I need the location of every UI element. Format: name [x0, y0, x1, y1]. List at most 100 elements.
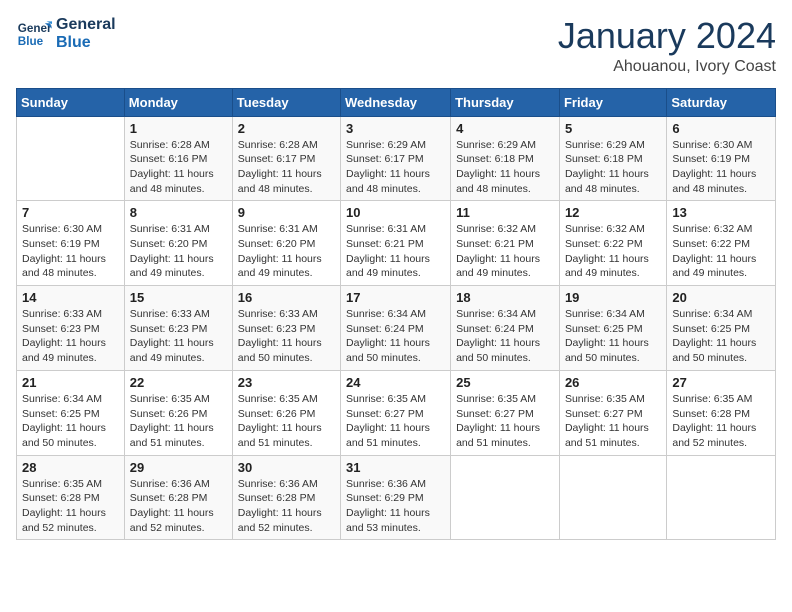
calendar-week-1: 1 Sunrise: 6:28 AM Sunset: 6:16 PM Daylig…	[17, 116, 776, 201]
calendar-cell: 24Sunrise: 6:35 AM Sunset: 6:27 PM Dayli…	[341, 370, 451, 455]
cell-info: Sunrise: 6:35 AM Sunset: 6:28 PM Dayligh…	[22, 477, 119, 536]
date-number: 20	[672, 290, 770, 305]
calendar-cell: 19 Sunrise: 6:34 AM Sunset: 6:25 PM Dayli…	[559, 286, 666, 371]
cell-info: Sunrise: 6:35 AM Sunset: 6:27 PM Dayligh…	[456, 392, 554, 451]
calendar-cell: 27 Sunrise: 6:35 AM Sunset: 6:28 PM Dayli…	[667, 370, 776, 455]
calendar-cell: 26 Sunrise: 6:35 AM Sunset: 6:27 PM Dayli…	[559, 370, 666, 455]
date-number: 26	[565, 375, 661, 390]
calendar-cell: 9 Sunrise: 6:31 AM Sunset: 6:20 PM Daylig…	[232, 201, 340, 286]
header-day-saturday: Saturday	[667, 88, 776, 116]
calendar-cell: 13 Sunrise: 6:32 AM Sunset: 6:22 PM Dayli…	[667, 201, 776, 286]
calendar-cell: 17Sunrise: 6:34 AM Sunset: 6:24 PM Dayli…	[341, 286, 451, 371]
calendar-cell: 5 Sunrise: 6:29 AM Sunset: 6:18 PM Daylig…	[559, 116, 666, 201]
cell-info: Sunrise: 6:28 AM Sunset: 6:16 PM Dayligh…	[130, 138, 227, 197]
date-number: 4	[456, 121, 554, 136]
calendar-cell: 20 Sunrise: 6:34 AM Sunset: 6:25 PM Dayli…	[667, 286, 776, 371]
cell-info: Sunrise: 6:32 AM Sunset: 6:21 PM Dayligh…	[456, 222, 554, 281]
header-day-monday: Monday	[124, 88, 232, 116]
calendar-header-row: SundayMondayTuesdayWednesdayThursdayFrid…	[17, 88, 776, 116]
cell-info: Sunrise: 6:30 AM Sunset: 6:19 PM Dayligh…	[672, 138, 770, 197]
month-title: January 2024	[558, 16, 776, 56]
header-day-tuesday: Tuesday	[232, 88, 340, 116]
date-number: 3	[346, 121, 445, 136]
date-number: 24	[346, 375, 445, 390]
calendar-table: SundayMondayTuesdayWednesdayThursdayFrid…	[16, 88, 776, 541]
cell-info: Sunrise: 6:35 AM Sunset: 6:28 PM Dayligh…	[672, 392, 770, 451]
calendar-cell	[667, 455, 776, 540]
header-day-friday: Friday	[559, 88, 666, 116]
calendar-cell: 25 Sunrise: 6:35 AM Sunset: 6:27 PM Dayli…	[451, 370, 560, 455]
date-number: 1	[130, 121, 227, 136]
logo-text-blue: Blue	[56, 34, 116, 52]
header-day-sunday: Sunday	[17, 88, 125, 116]
calendar-cell: 3 Sunrise: 6:29 AM Sunset: 6:17 PM Daylig…	[341, 116, 451, 201]
calendar-cell: 1 Sunrise: 6:28 AM Sunset: 6:16 PM Daylig…	[124, 116, 232, 201]
calendar-week-4: 21Sunrise: 6:34 AM Sunset: 6:25 PM Dayli…	[17, 370, 776, 455]
header-day-thursday: Thursday	[451, 88, 560, 116]
date-number: 12	[565, 205, 661, 220]
location-title: Ahouanou, Ivory Coast	[558, 58, 776, 76]
date-number: 23	[238, 375, 335, 390]
cell-info: Sunrise: 6:29 AM Sunset: 6:18 PM Dayligh…	[565, 138, 661, 197]
calendar-week-2: 7Sunrise: 6:30 AM Sunset: 6:19 PM Daylig…	[17, 201, 776, 286]
date-number: 11	[456, 205, 554, 220]
calendar-week-5: 28 Sunrise: 6:35 AM Sunset: 6:28 PM Dayli…	[17, 455, 776, 540]
cell-info: Sunrise: 6:36 AM Sunset: 6:28 PM Dayligh…	[130, 477, 227, 536]
cell-info: Sunrise: 6:34 AM Sunset: 6:24 PM Dayligh…	[346, 307, 445, 366]
calendar-week-3: 14 Sunrise: 6:33 AM Sunset: 6:23 PM Dayli…	[17, 286, 776, 371]
calendar-cell: 29Sunrise: 6:36 AM Sunset: 6:28 PM Dayli…	[124, 455, 232, 540]
cell-info: Sunrise: 6:33 AM Sunset: 6:23 PM Dayligh…	[130, 307, 227, 366]
cell-info: Sunrise: 6:31 AM Sunset: 6:20 PM Dayligh…	[238, 222, 335, 281]
calendar-cell: 10Sunrise: 6:31 AM Sunset: 6:21 PM Dayli…	[341, 201, 451, 286]
date-number: 28	[22, 460, 119, 475]
date-number: 22	[130, 375, 227, 390]
date-number: 15	[130, 290, 227, 305]
calendar-cell: 2 Sunrise: 6:28 AM Sunset: 6:17 PM Daylig…	[232, 116, 340, 201]
calendar-cell	[17, 116, 125, 201]
calendar-cell: 22Sunrise: 6:35 AM Sunset: 6:26 PM Dayli…	[124, 370, 232, 455]
cell-info: Sunrise: 6:28 AM Sunset: 6:17 PM Dayligh…	[238, 138, 335, 197]
date-number: 6	[672, 121, 770, 136]
svg-text:Blue: Blue	[18, 35, 44, 48]
cell-info: Sunrise: 6:31 AM Sunset: 6:21 PM Dayligh…	[346, 222, 445, 281]
cell-info: Sunrise: 6:34 AM Sunset: 6:25 PM Dayligh…	[672, 307, 770, 366]
cell-info: Sunrise: 6:36 AM Sunset: 6:29 PM Dayligh…	[346, 477, 445, 536]
calendar-cell: 23Sunrise: 6:35 AM Sunset: 6:26 PM Dayli…	[232, 370, 340, 455]
header-day-wednesday: Wednesday	[341, 88, 451, 116]
page-header: General Blue General Blue January 2024 A…	[16, 16, 776, 76]
cell-info: Sunrise: 6:33 AM Sunset: 6:23 PM Dayligh…	[238, 307, 335, 366]
logo-text-general: General	[56, 16, 116, 34]
calendar-cell: 28 Sunrise: 6:35 AM Sunset: 6:28 PM Dayli…	[17, 455, 125, 540]
cell-info: Sunrise: 6:33 AM Sunset: 6:23 PM Dayligh…	[22, 307, 119, 366]
date-number: 13	[672, 205, 770, 220]
date-number: 18	[456, 290, 554, 305]
cell-info: Sunrise: 6:29 AM Sunset: 6:17 PM Dayligh…	[346, 138, 445, 197]
calendar-cell: 18Sunrise: 6:34 AM Sunset: 6:24 PM Dayli…	[451, 286, 560, 371]
date-number: 27	[672, 375, 770, 390]
cell-info: Sunrise: 6:35 AM Sunset: 6:27 PM Dayligh…	[565, 392, 661, 451]
calendar-cell: 21Sunrise: 6:34 AM Sunset: 6:25 PM Dayli…	[17, 370, 125, 455]
calendar-cell	[559, 455, 666, 540]
date-number: 7	[22, 205, 119, 220]
cell-info: Sunrise: 6:32 AM Sunset: 6:22 PM Dayligh…	[672, 222, 770, 281]
date-number: 2	[238, 121, 335, 136]
logo: General Blue General Blue	[16, 16, 116, 52]
cell-info: Sunrise: 6:36 AM Sunset: 6:28 PM Dayligh…	[238, 477, 335, 536]
date-number: 19	[565, 290, 661, 305]
calendar-cell: 31Sunrise: 6:36 AM Sunset: 6:29 PM Dayli…	[341, 455, 451, 540]
calendar-cell: 15 Sunrise: 6:33 AM Sunset: 6:23 PM Dayli…	[124, 286, 232, 371]
cell-info: Sunrise: 6:32 AM Sunset: 6:22 PM Dayligh…	[565, 222, 661, 281]
logo-icon: General Blue	[16, 16, 52, 52]
date-number: 9	[238, 205, 335, 220]
date-number: 21	[22, 375, 119, 390]
date-number: 14	[22, 290, 119, 305]
calendar-cell: 7Sunrise: 6:30 AM Sunset: 6:19 PM Daylig…	[17, 201, 125, 286]
calendar-cell: 14 Sunrise: 6:33 AM Sunset: 6:23 PM Dayli…	[17, 286, 125, 371]
calendar-cell: 6 Sunrise: 6:30 AM Sunset: 6:19 PM Daylig…	[667, 116, 776, 201]
date-number: 25	[456, 375, 554, 390]
calendar-cell: 11 Sunrise: 6:32 AM Sunset: 6:21 PM Dayli…	[451, 201, 560, 286]
date-number: 5	[565, 121, 661, 136]
calendar-cell: 12 Sunrise: 6:32 AM Sunset: 6:22 PM Dayli…	[559, 201, 666, 286]
calendar-cell: 30Sunrise: 6:36 AM Sunset: 6:28 PM Dayli…	[232, 455, 340, 540]
cell-info: Sunrise: 6:34 AM Sunset: 6:25 PM Dayligh…	[565, 307, 661, 366]
